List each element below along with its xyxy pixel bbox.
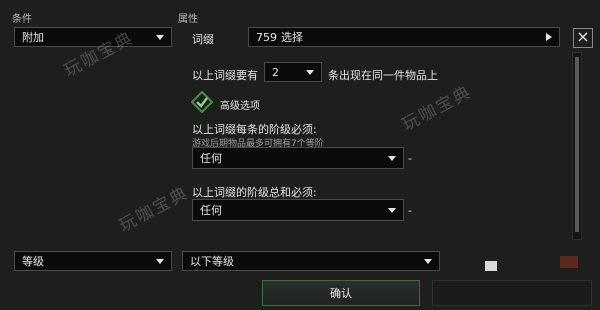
close-button[interactable]: × bbox=[573, 28, 593, 48]
level-condition-select[interactable]: 以下等级 bbox=[182, 251, 440, 271]
scrollbar-track[interactable] bbox=[572, 52, 582, 240]
confirm-label: 确认 bbox=[330, 287, 352, 300]
require-suffix: 条出现在同一件物品上 bbox=[328, 69, 438, 82]
require-prefix: 以上词缀要有 bbox=[192, 69, 258, 82]
sum-tier-select[interactable]: 任何 bbox=[192, 199, 404, 221]
redacted-block bbox=[485, 261, 497, 271]
each-tier-select[interactable]: 任何 bbox=[192, 147, 404, 169]
secondary-button[interactable] bbox=[432, 280, 592, 306]
condition-select-value: 附加 bbox=[22, 31, 44, 44]
require-count-select[interactable]: 2 bbox=[264, 62, 322, 82]
close-icon: × bbox=[576, 27, 590, 46]
require-count-value: 2 bbox=[272, 65, 279, 79]
affix-select-label: 选择 bbox=[281, 31, 303, 44]
affix-count: 759 bbox=[256, 30, 277, 44]
watermark: 玩咖宝典 bbox=[398, 82, 476, 136]
checkmark-icon bbox=[190, 90, 214, 114]
level-condition-value: 以下等级 bbox=[190, 255, 234, 268]
redacted-block bbox=[560, 256, 578, 268]
confirm-button[interactable]: 确认 bbox=[262, 280, 420, 306]
sum-tier-label: 以上词缀的阶级总和必须: bbox=[192, 186, 317, 199]
affix-label: 词缀 bbox=[192, 33, 214, 46]
each-tier-dash: - bbox=[408, 152, 412, 165]
each-tier-value: 任何 bbox=[200, 152, 222, 165]
condition-select[interactable]: 附加 bbox=[14, 27, 172, 47]
scrollbar-thumb[interactable] bbox=[575, 57, 579, 232]
sum-tier-value: 任何 bbox=[200, 204, 222, 217]
each-tier-label: 以上词缀每条的阶级必须: bbox=[192, 123, 317, 136]
advanced-label: 高级选项 bbox=[220, 101, 260, 112]
attribute-header: 属性 bbox=[178, 14, 198, 25]
advanced-checkbox[interactable] bbox=[190, 90, 214, 114]
level-select-value: 等级 bbox=[22, 255, 44, 268]
sum-tier-dash: - bbox=[408, 204, 412, 217]
arrow-right-icon bbox=[546, 33, 552, 41]
level-select[interactable]: 等级 bbox=[14, 251, 172, 271]
watermark: 玩咖宝典 bbox=[115, 183, 193, 237]
condition-header: 条件 bbox=[12, 14, 32, 25]
affix-select-button[interactable]: 759 选择 bbox=[248, 27, 560, 47]
